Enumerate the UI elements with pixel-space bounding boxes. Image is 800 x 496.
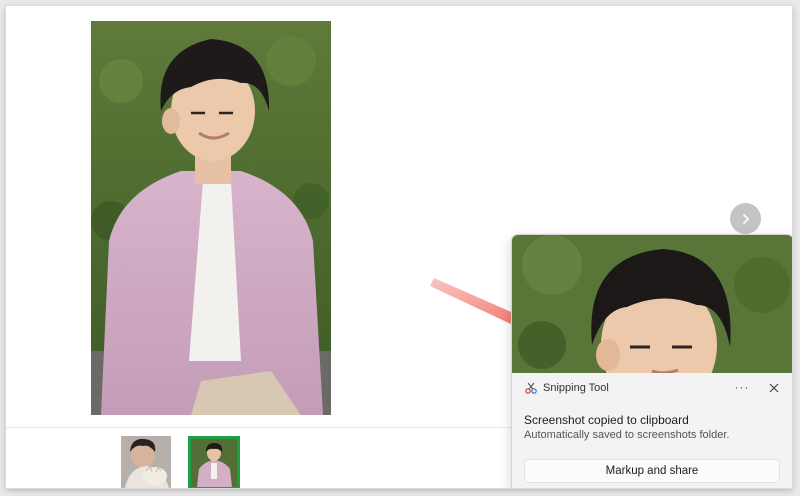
thumbnail-1[interactable] xyxy=(121,436,171,488)
app-name: Snipping Tool xyxy=(543,382,609,394)
thumbnail-2[interactable] xyxy=(188,436,240,488)
notification-subtitle: Automatically saved to screenshots folde… xyxy=(524,429,730,441)
photo-viewer-window: Snipping Tool ··· Screenshot copied to c… xyxy=(6,6,792,488)
snipping-tool-icon xyxy=(525,382,537,394)
close-icon xyxy=(769,383,779,393)
markup-and-share-button[interactable]: Markup and share xyxy=(524,459,780,483)
close-notification-button[interactable] xyxy=(764,378,784,398)
next-image-button[interactable] xyxy=(730,203,761,234)
main-photo xyxy=(91,21,331,415)
more-options-button[interactable]: ··· xyxy=(732,377,752,399)
chevron-right-icon xyxy=(742,213,749,224)
notification-header: Snipping Tool ··· xyxy=(512,373,792,405)
snipping-tool-notification: Snipping Tool ··· Screenshot copied to c… xyxy=(511,234,792,488)
screenshot-preview[interactable] xyxy=(512,235,792,373)
notification-title: Screenshot copied to clipboard xyxy=(524,413,689,427)
